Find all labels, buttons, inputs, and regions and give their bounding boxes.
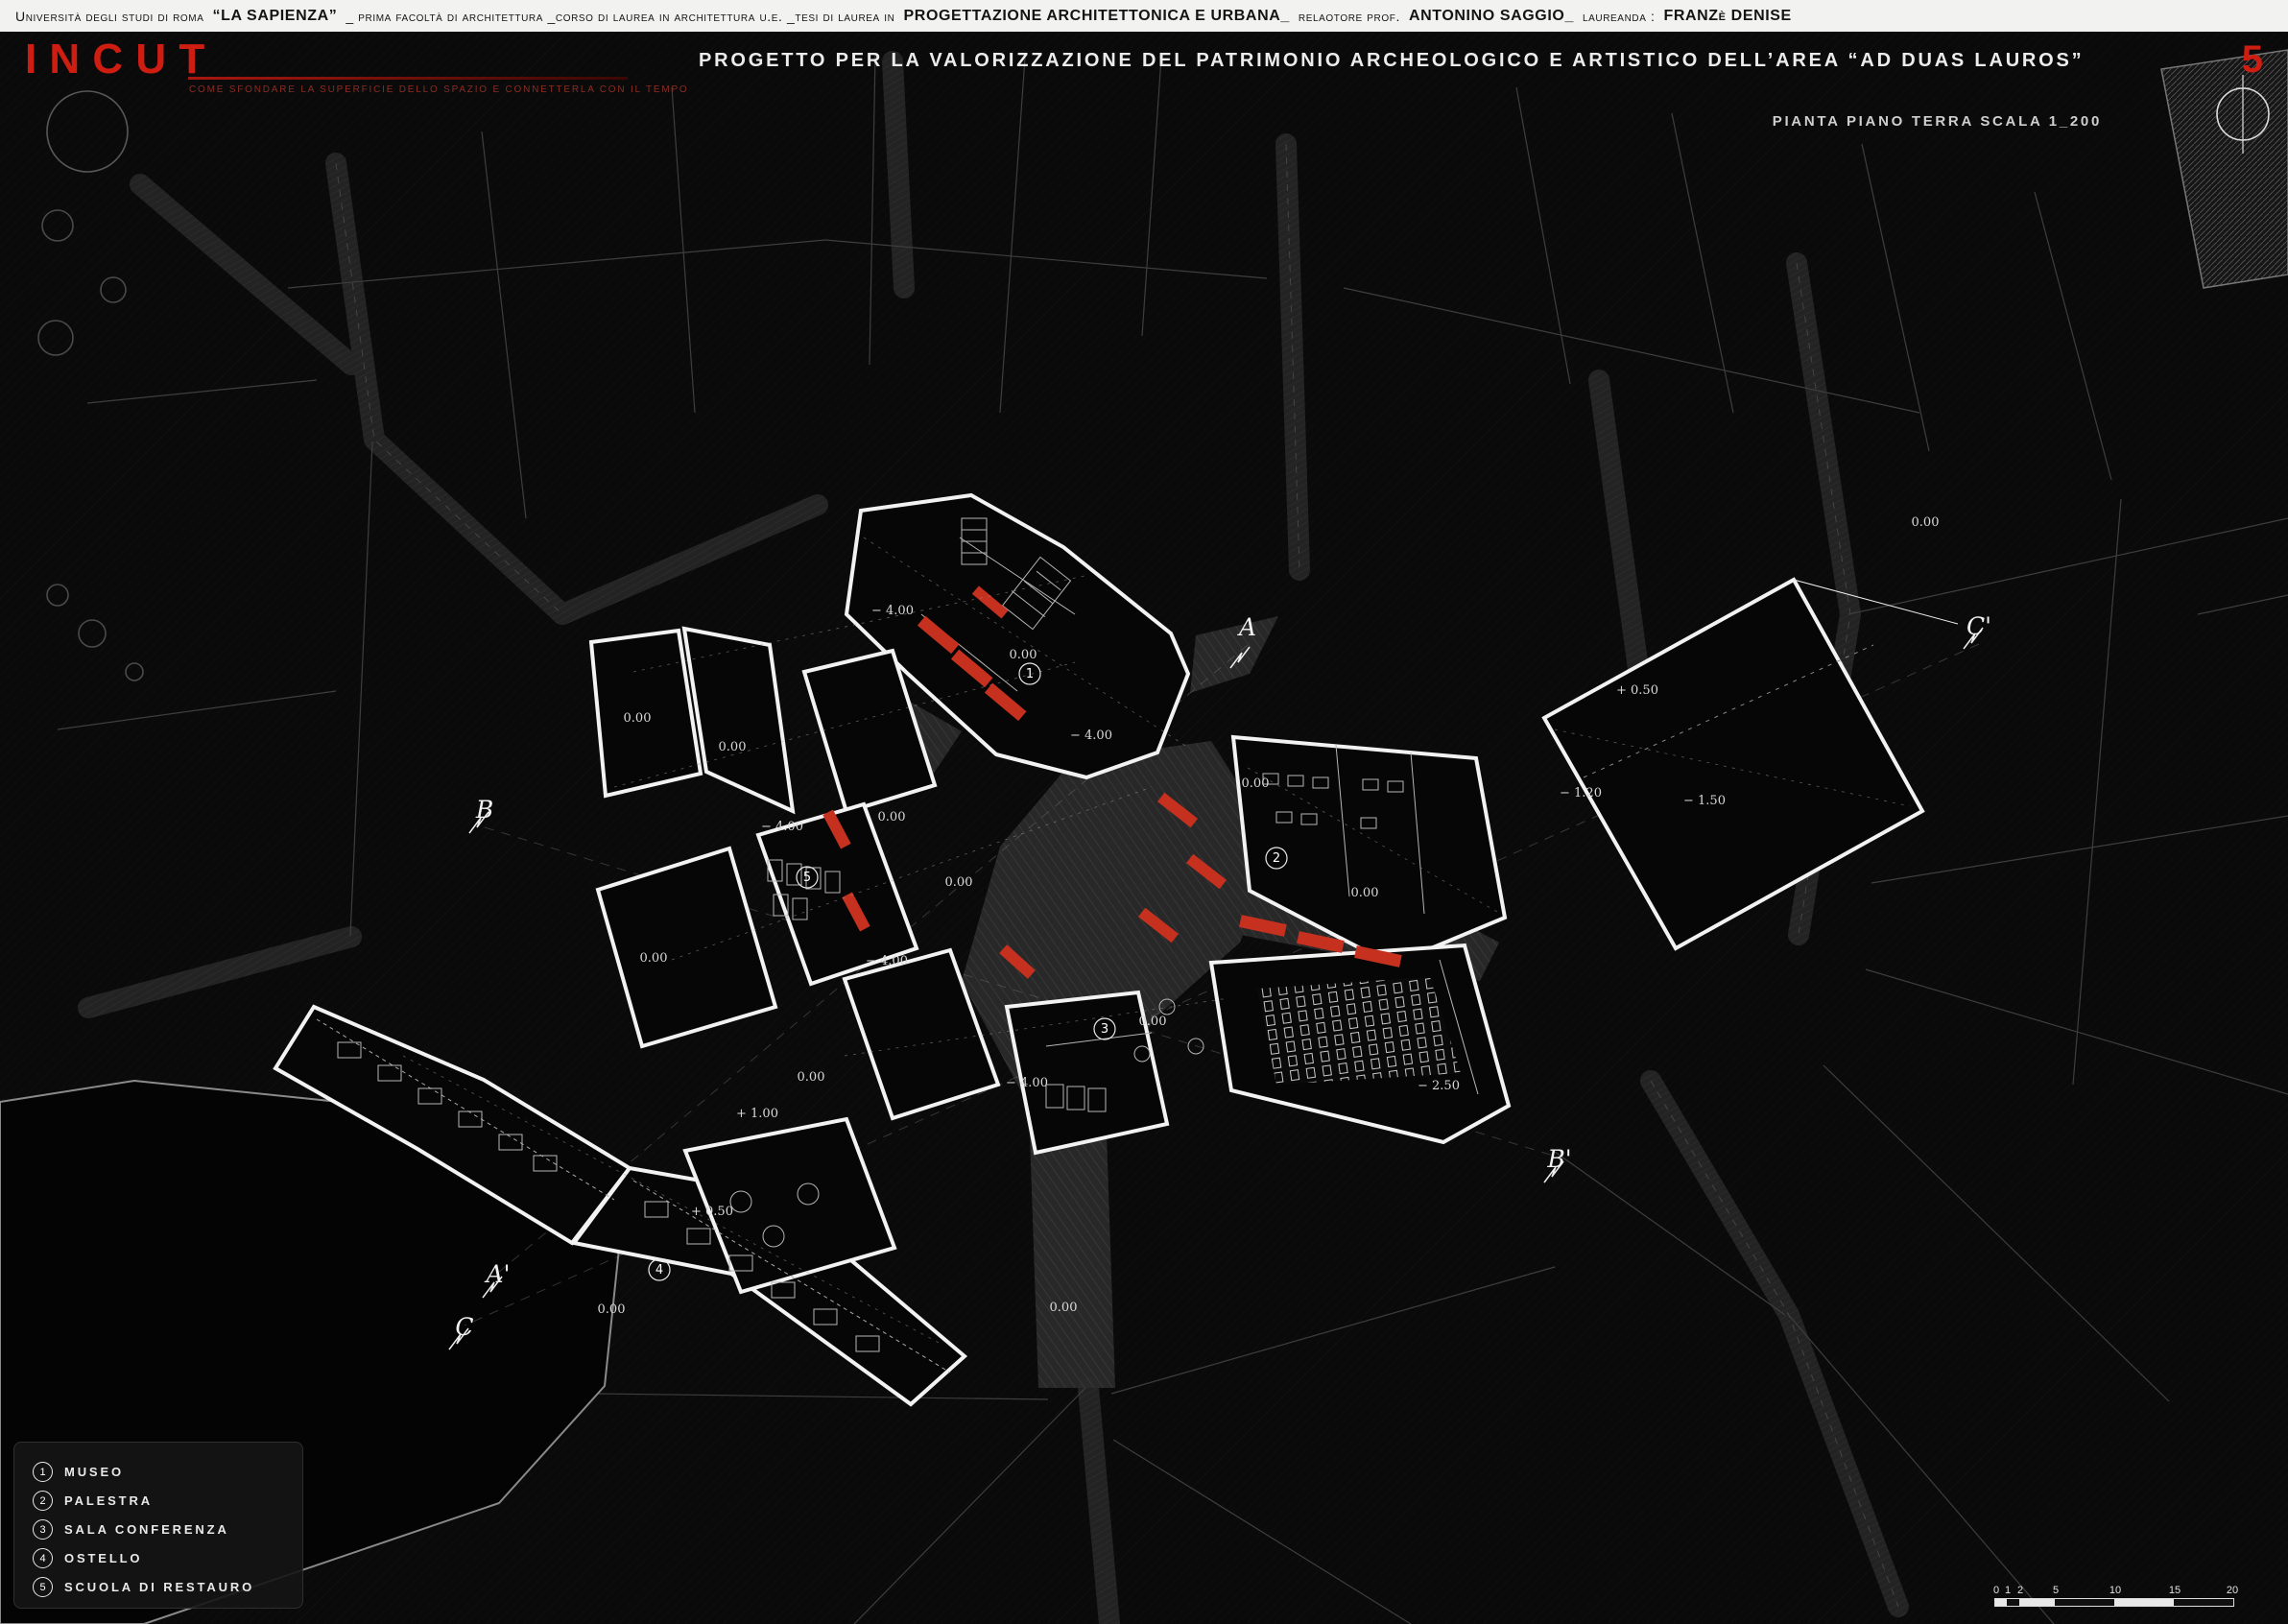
legend-item-museo: 1 MUSEO bbox=[33, 1462, 254, 1482]
elevation-label: 0.00 bbox=[640, 951, 668, 966]
section-marker-label: A bbox=[1237, 613, 1256, 641]
building-number-label: 1 bbox=[1026, 667, 1034, 681]
elevation-label: − 4.00 bbox=[761, 820, 803, 834]
legend-item-label: PALESTRA bbox=[64, 1493, 153, 1508]
elevation-label: + 1.00 bbox=[736, 1107, 778, 1121]
advisor-name: ANTONINO SAGGIO_ bbox=[1409, 8, 1574, 25]
legend-number-badge: 1 bbox=[33, 1462, 53, 1482]
student-name: FRANZè DENISE bbox=[1663, 8, 1791, 25]
building-number-label: 4 bbox=[655, 1263, 663, 1278]
scale-label-0: 0 bbox=[1993, 1585, 1999, 1596]
elevation-label: − 4.00 bbox=[1070, 728, 1112, 743]
legend-item-ostello: 4 OSTELLO bbox=[33, 1548, 254, 1568]
legend-item-label: SALA CONFERENZA bbox=[64, 1522, 229, 1537]
elevation-label: − 2.50 bbox=[1418, 1079, 1460, 1093]
legend: 1 MUSEO 2 PALESTRA 3 SALA CONFERENZA 4 O… bbox=[33, 1462, 254, 1597]
section-marker-label: C bbox=[455, 1313, 473, 1341]
scale-label-1: 1 bbox=[2005, 1585, 2011, 1596]
elevation-label: − 4.00 bbox=[866, 954, 908, 968]
legend-item-palestra: 2 PALESTRA bbox=[33, 1491, 254, 1511]
elevation-label: 0.00 bbox=[1010, 648, 1037, 662]
elevation-label: 0.00 bbox=[1139, 1015, 1167, 1029]
building-number-label: 5 bbox=[803, 871, 811, 885]
elevation-label: 0.00 bbox=[1351, 886, 1379, 900]
university-name-bold: “LA SAPIENZA” bbox=[212, 8, 337, 25]
project-title: PROGETTO PER LA VALORIZZAZIONE DEL PATRI… bbox=[699, 50, 2084, 72]
elevation-label: 0.00 bbox=[798, 1070, 825, 1085]
scale-label-5: 5 bbox=[2053, 1585, 2059, 1596]
elevation-label: 0.00 bbox=[945, 875, 973, 890]
legend-item-label: OSTELLO bbox=[64, 1551, 142, 1565]
elevation-label: 0.00 bbox=[1050, 1301, 1078, 1315]
university-header-strip: Università degli studi di roma “LA SAPIE… bbox=[0, 0, 2288, 32]
presentation-board: Università degli studi di roma “LA SAPIE… bbox=[0, 0, 2288, 1624]
scale-bar-labels: 0 1 2 5 10 15 20 bbox=[1994, 1585, 2234, 1598]
university-name: Università degli studi di roma bbox=[15, 9, 203, 24]
elevation-label: 0.00 bbox=[1242, 776, 1270, 791]
elevation-label: 0.00 bbox=[1912, 515, 1940, 530]
legend-item-sala-conferenza: 3 SALA CONFERENZA bbox=[33, 1519, 254, 1540]
building-number-label: 3 bbox=[1101, 1022, 1108, 1037]
elevation-label: − 1.50 bbox=[1683, 794, 1726, 808]
legend-item-label: SCUOLA DI RESTAURO bbox=[64, 1580, 254, 1594]
elevation-label: − 4.00 bbox=[1006, 1076, 1048, 1090]
elevation-label: 0.00 bbox=[598, 1302, 626, 1317]
legend-number-badge: 2 bbox=[33, 1491, 53, 1511]
legend-number-badge: 3 bbox=[33, 1519, 53, 1540]
elevation-label: − 1.20 bbox=[1560, 786, 1602, 800]
faculty-course-text: _ prima facoltà di architettura _corso d… bbox=[346, 9, 894, 24]
scale-bar: 0 1 2 5 10 15 20 bbox=[1994, 1585, 2234, 1607]
scale-label-10: 10 bbox=[2109, 1585, 2121, 1596]
scale-label-2: 2 bbox=[2017, 1585, 2023, 1596]
section-marker-label: A' bbox=[485, 1260, 511, 1288]
section-marker-label: B bbox=[475, 796, 493, 824]
elevation-label: 0.00 bbox=[719, 740, 747, 754]
elevation-label: 0.00 bbox=[624, 711, 652, 726]
elevation-label: − 4.00 bbox=[871, 604, 914, 618]
legend-number-badge: 5 bbox=[33, 1577, 53, 1597]
elevation-label: 0.00 bbox=[878, 810, 906, 824]
section-marker-label: C' bbox=[1966, 612, 1991, 640]
legend-item-label: MUSEO bbox=[64, 1465, 124, 1479]
building-number-label: 2 bbox=[1273, 851, 1280, 866]
legend-item-scuola-restauro: 5 SCUOLA DI RESTAURO bbox=[33, 1577, 254, 1597]
thesis-subject: PROGETTAZIONE ARCHITETTONICA E URBANA_ bbox=[904, 8, 1290, 25]
legend-number-badge: 4 bbox=[33, 1548, 53, 1568]
advisor-label: relaotore prof. bbox=[1299, 9, 1400, 24]
drawing-subtitle: PIANTA PIANO TERRA SCALA 1_200 bbox=[1773, 113, 2102, 130]
scale-label-15: 15 bbox=[2169, 1585, 2181, 1596]
site-plan-drawing: − 4.00 0.00 − 4.00 0.00 0.00 − 4.00 0.00 0.00 − … bbox=[0, 0, 2288, 1624]
scale-bar-segments bbox=[1994, 1598, 2234, 1607]
sheet-number: 5 bbox=[2242, 38, 2263, 82]
scale-label-20: 20 bbox=[2227, 1585, 2238, 1596]
logo-tagline: COME SFONDARE LA SUPERFICIE DELLO SPAZIO… bbox=[189, 84, 689, 95]
section-marker-label: B' bbox=[1546, 1145, 1571, 1173]
elevation-label: + 0.50 bbox=[1616, 683, 1658, 698]
logo-underline bbox=[188, 77, 628, 80]
student-label: laureanda : bbox=[1583, 9, 1656, 24]
elevation-label: + 0.50 bbox=[691, 1205, 733, 1219]
incut-logo: INCUT bbox=[25, 38, 217, 81]
